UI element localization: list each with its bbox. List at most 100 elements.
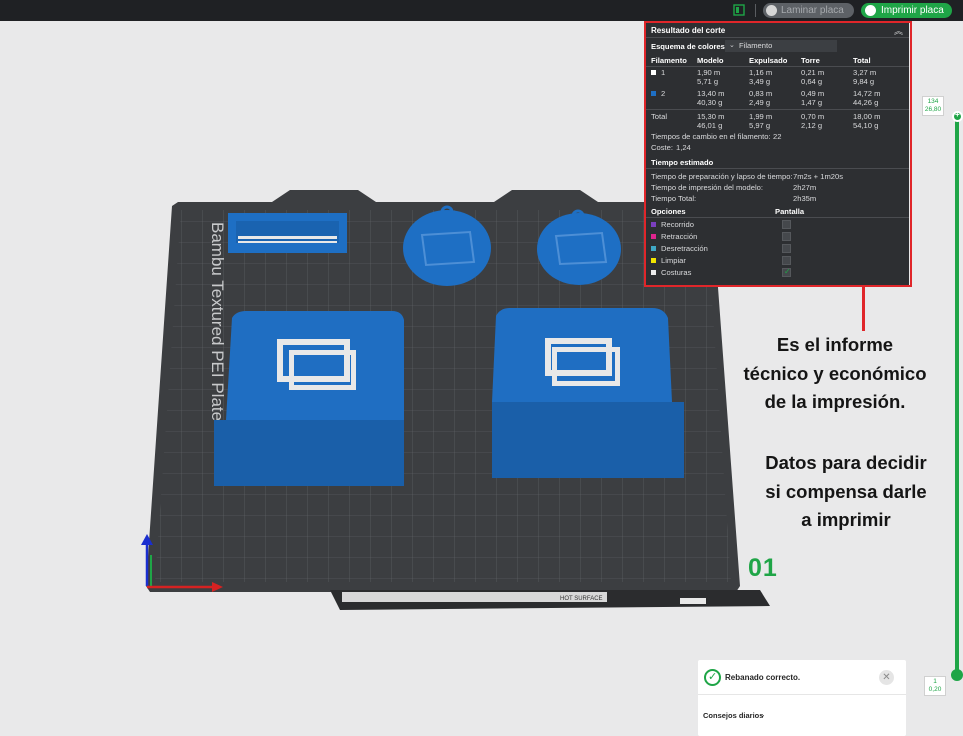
cell: 15,30 m xyxy=(697,112,725,121)
plate-number: 01 xyxy=(748,554,778,582)
total-time-value: 2h35m xyxy=(793,194,817,203)
hot-surface-label: HOT SURFACE xyxy=(560,596,603,602)
col-filament: Filamento xyxy=(651,56,687,65)
cell: 1,47 g xyxy=(801,98,823,107)
travel-display-checkbox[interactable] xyxy=(782,220,791,229)
model-time-label: Tiempo de impresión del modelo: xyxy=(651,183,763,192)
close-icon[interactable]: ✕ xyxy=(879,670,894,685)
divider xyxy=(645,109,909,110)
cost-label: Coste: xyxy=(651,143,673,152)
panel-title: Resultado del corte xyxy=(651,26,726,35)
daily-tips-toggle[interactable]: Consejos diarios xyxy=(703,711,763,720)
model-flat-bar-stripe xyxy=(238,241,337,243)
model-flat-bar-inner xyxy=(236,221,339,243)
plate-brand-text: Bambu Textured PEI Plate xyxy=(208,222,227,421)
chevron-down-icon[interactable]: ⌄ xyxy=(759,710,766,719)
annotation-line: Es el informe xyxy=(776,334,894,355)
cell: 9,84 g xyxy=(853,77,875,86)
cell: 5,71 g xyxy=(697,77,719,86)
top-layer-number: 134 xyxy=(927,98,939,105)
deretraction-display-checkbox[interactable] xyxy=(782,244,791,253)
collapse-icon[interactable]: ︽ xyxy=(894,24,903,37)
slice-results-panel: Resultado del corte ︽ Esquema de colores… xyxy=(645,21,909,285)
deretraction-color-swatch xyxy=(651,246,656,251)
annotation-line: a imprimir xyxy=(801,509,891,530)
annotation-line: técnico y económico xyxy=(743,362,927,384)
option-label: Recorrido xyxy=(661,220,694,229)
travel-color-swatch xyxy=(651,222,656,227)
option-label: Limpiar xyxy=(661,256,686,265)
annotation-connector xyxy=(862,287,865,331)
annotation-report: Es el informe técnico y económico de la … xyxy=(722,331,948,417)
annotation-line: Datos para decidir xyxy=(765,452,927,473)
success-check-icon xyxy=(704,669,721,686)
col-flushed: Expulsado xyxy=(749,56,788,65)
filament-changes-value: 22 xyxy=(773,132,782,141)
cell: 1,99 m xyxy=(749,112,773,121)
bottom-layer-readout: 1 0,20 xyxy=(924,676,946,696)
cell: 44,26 g xyxy=(853,98,879,107)
chevron-down-icon: ⌄ xyxy=(729,42,735,49)
divider xyxy=(645,37,909,38)
color-scheme-value: Filamento xyxy=(739,41,773,50)
option-label: Desretracción xyxy=(661,244,708,253)
cell: 2,12 g xyxy=(801,121,823,130)
layer-slider-top-handle[interactable] xyxy=(952,110,963,122)
cell: 1,16 m xyxy=(749,68,773,77)
cell: 54,10 g xyxy=(853,121,879,130)
color-scheme-label: Esquema de colores xyxy=(651,42,725,51)
cell: 13,40 m xyxy=(697,89,725,98)
cell: 46,01 g xyxy=(697,121,723,130)
color-scheme-select[interactable]: ⌄ Filamento xyxy=(725,40,837,52)
annotation-decision: Datos para decidir si compensa darle a i… xyxy=(736,449,956,535)
model-keychain-1 xyxy=(403,210,491,286)
cell: 0,21 m xyxy=(801,68,825,77)
cell: 0,49 m xyxy=(801,89,825,98)
prep-time-value: 7m2s + 1m20s xyxy=(793,172,844,181)
cell: 0,64 g xyxy=(801,77,823,86)
cell: 14,72 m xyxy=(853,89,881,98)
col-model: Modelo xyxy=(697,56,724,65)
estimated-time-title: Tiempo estimado xyxy=(651,158,714,167)
slice-complete-notification: Rebanado correcto. ✕ Consejos diarios ⌄ xyxy=(698,660,906,736)
filament-2-swatch xyxy=(651,91,656,96)
layer-slider-bottom-handle[interactable] xyxy=(951,669,963,681)
cell: 18,00 m xyxy=(853,112,881,121)
total-time-label: Tiempo Total: xyxy=(651,194,697,203)
annotation-line: si compensa darle xyxy=(765,480,927,502)
seams-display-checkbox[interactable] xyxy=(782,267,791,277)
filament-changes-label: Tiempos de cambio en el filamento: xyxy=(651,132,771,141)
options-title: Opciones xyxy=(651,207,686,216)
prep-time-label: Tiempo de preparación y lapso de tiempo: xyxy=(651,172,793,181)
cell: 40,30 g xyxy=(697,98,723,107)
model-box-right-front xyxy=(492,402,684,478)
cell: 3,27 m xyxy=(853,68,877,77)
model-time-value: 2h27m xyxy=(793,183,817,192)
cell: 5,97 g xyxy=(749,121,771,130)
layer-slider-track[interactable] xyxy=(955,112,959,678)
retraction-color-swatch xyxy=(651,234,656,239)
cell: 2,49 g xyxy=(749,98,771,107)
wipe-display-checkbox[interactable] xyxy=(782,256,791,265)
filament-id: 2 xyxy=(661,89,666,98)
annotation-line: de la impresión. xyxy=(764,391,906,412)
cell: 0,83 m xyxy=(749,89,773,98)
top-layer-height: 26,80 xyxy=(924,106,942,113)
notification-message: Rebanado correcto. xyxy=(725,673,801,682)
wipe-color-swatch xyxy=(651,258,656,263)
display-title: Pantalla xyxy=(775,207,805,216)
seams-color-swatch xyxy=(651,270,656,275)
cell: 3,49 g xyxy=(749,77,771,86)
divider xyxy=(645,66,909,67)
bottom-layer-height: 0,20 xyxy=(928,686,942,693)
cost-value: 1,24 xyxy=(676,143,691,152)
total-label: Total xyxy=(651,112,668,121)
model-keychain-2 xyxy=(537,213,621,285)
retraction-display-checkbox[interactable] xyxy=(782,232,791,241)
model-flat-bar-stripe xyxy=(238,236,337,239)
cell: 0,70 m xyxy=(801,112,825,121)
top-layer-readout: 134 26,80 xyxy=(922,96,944,116)
filament-id: 1 xyxy=(661,68,666,77)
filament-1-swatch xyxy=(651,70,656,75)
col-tower: Torre xyxy=(801,56,820,65)
